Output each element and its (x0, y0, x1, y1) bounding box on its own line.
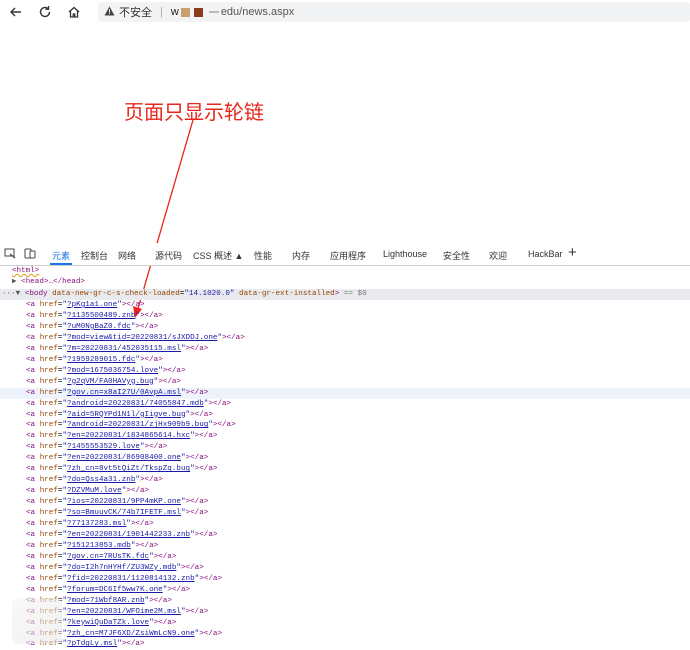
href-link[interactable]: ?en=20220831/1834865614.hxc (67, 432, 190, 440)
anchor-node[interactable]: <a href="?77137283.msl"></a> (26, 519, 154, 530)
anchor-node[interactable]: <a href="?do=Qss4a31.znb"></a> (26, 475, 163, 486)
anchor-node[interactable]: <a href="?1959289015.fdc"></a> (26, 355, 163, 366)
href-link[interactable]: ?ios=20220831/9PP4mKP.one (67, 498, 181, 506)
home-icon[interactable] (66, 4, 82, 20)
href-link[interactable]: ?fid=20220831/1120814132.znb (67, 575, 195, 583)
devtools-toolbar: 元素 控制台 网络 源代码 CSS 概述 ▲ 性能 内存 应用程序 Lighthouse 安全性 欢… (0, 243, 690, 266)
url-redaction (180, 7, 190, 17)
href-link[interactable]: ?mod=1675036754.love (67, 367, 158, 375)
href-link[interactable]: ?forum=DC6If5ww7K.one (67, 586, 163, 594)
href-link[interactable]: ?do=Qss4a31.znb (67, 476, 135, 484)
anchor-node[interactable]: <a href="?m=20220831/452035115.msl"></a> (26, 344, 208, 355)
anchor-node[interactable]: <a href="?pKg1a1.one"></a> (26, 300, 145, 311)
anchor-node[interactable]: <a href="?g2qVM/FA0HAVyg.bug"></a> (26, 377, 181, 388)
html-node[interactable]: <html> (12, 266, 39, 277)
anchor-node[interactable]: <a href="?en=20220831/86908400.one"></a> (26, 453, 208, 464)
browser-toolbar: 不安全 | w edu/news.aspx (0, 0, 690, 25)
expand-arrow-icon[interactable]: ▶ (12, 278, 21, 286)
refresh-icon[interactable] (37, 4, 53, 20)
anchor-node[interactable]: <a href="?en=20220831/1901442233.znb"></… (26, 530, 217, 541)
anchor-node[interactable]: <a href="?android=20220831/74055847.mdb"… (26, 399, 231, 410)
devtools-tab[interactable]: 性能 (254, 249, 272, 262)
device-toolbar-icon[interactable] (24, 248, 36, 259)
href-link[interactable]: ?mod=view&tid=20220831/sJXDDJ.one (67, 334, 217, 342)
href-link[interactable]: ?1959289015.fdc (67, 356, 135, 364)
href-link[interactable]: ?1455553529.love (67, 443, 140, 451)
href-link[interactable]: ?android=20220831/74055847.mdb (67, 400, 204, 408)
anchor-node[interactable]: <a href="?uM0NgBaZ0.fdc"></a> (26, 322, 158, 333)
devtools-tab[interactable]: HackBar (528, 249, 563, 259)
href-link[interactable]: ?gov.cn=x8aI27U/0AvpA.msl (67, 389, 181, 397)
devtools-tab[interactable]: 安全性 (443, 249, 470, 262)
active-tab-indicator (50, 263, 72, 265)
anchor-node[interactable]: <a href="?forum=DC6If5ww7K.one"></a> (26, 585, 190, 596)
address-bar[interactable]: 不安全 | w edu/news.aspx (98, 2, 690, 22)
warning-icon (104, 6, 115, 19)
anchor-node[interactable]: <a href="?mod=view&tid=20220831/sJXDDJ.o… (26, 333, 245, 344)
body-node[interactable]: ···▼ <body data-new-gr-c-s-check-loaded=… (2, 289, 367, 300)
href-link[interactable]: ?en=20220831/86908400.one (67, 454, 181, 462)
devtools-tab[interactable]: CSS 概述 ▲ (193, 249, 243, 262)
anchor-node[interactable]: <a href="?mod=1675036754.love"></a> (26, 366, 186, 377)
watermark-logo (12, 598, 62, 644)
annotation-text: 页面只显示轮链 (124, 100, 264, 124)
anchor-node[interactable]: <a href="?en=20220831/1834865614.hxc"></… (26, 431, 217, 442)
devtools-tab[interactable]: + (568, 244, 577, 261)
devtools-tab[interactable]: 控制台 (81, 249, 108, 262)
href-link[interactable]: ?1135500489.znb (67, 312, 135, 320)
anchor-node[interactable]: <a href="?1455553529.love"></a> (26, 442, 167, 453)
head-node[interactable]: ▶ <head>…</head> (12, 277, 85, 288)
url-redaction (193, 7, 203, 17)
href-link[interactable]: ?do=I2h7nHYHf/ZU3WZy.mdb (67, 564, 176, 572)
url-prefix: w (170, 6, 179, 18)
href-link[interactable]: ?en=20220831/1901442233.znb (67, 531, 190, 539)
href-link[interactable]: ?zh_cn=8vt5tQiZt/TkspZq.bug (67, 465, 190, 473)
anchor-node[interactable]: <a href="?ios=20220831/9PP4mKP.one"></a> (26, 497, 208, 508)
href-link[interactable]: ?mod=71Wbf8AR.znb (67, 597, 144, 605)
url-redaction (208, 11, 219, 13)
anchor-node[interactable]: <a href="?fid=20220831/1120814132.znb"><… (26, 574, 222, 585)
anchor-node[interactable]: <a href="?1135500489.znb"></a> (26, 311, 163, 322)
href-link[interactable]: ?so=BmuuvCK/74b7IFETF.msl (67, 509, 181, 517)
href-link[interactable]: ?77137283.msl (67, 520, 126, 528)
anchor-node[interactable]: <a href="?gov.cn=7RUsTK.fdc"></a> (26, 552, 176, 563)
href-link[interactable]: ?pTdgLy.msl (67, 640, 117, 648)
anchor-node[interactable]: <a href="?zh_cn=8vt5tQiZt/TkspZq.bug"></… (26, 464, 217, 475)
href-link[interactable]: ?zh_cn=M7JF6XD/ZsiWmLcN9.one (67, 630, 195, 638)
devtools-tab[interactable]: Lighthouse (383, 249, 427, 259)
anchor-node[interactable]: <a href="?so=BmuuvCK/74b7IFETF.msl"></a> (26, 508, 208, 519)
href-link[interactable]: ?aid=5RQYPd1N1l/gIigve.bug (67, 411, 185, 419)
address-divider: | (160, 6, 163, 18)
security-label[interactable]: 不安全 (119, 4, 152, 20)
devtools-tab[interactable]: 应用程序 (330, 249, 366, 262)
anchor-node[interactable]: <a href="?do=I2h7nHYHf/ZU3WZy.mdb"></a> (26, 563, 204, 574)
href-link[interactable]: ?gov.cn=7RUsTK.fdc (67, 553, 149, 561)
href-link[interactable]: ?DZVMuM.love (67, 487, 122, 495)
devtools-tab[interactable]: 源代码 (155, 249, 182, 262)
anchor-node[interactable]: <a href="?DZVMuM.love"></a> (26, 486, 149, 497)
href-link[interactable]: ?uM0NgBaZ0.fdc (67, 323, 131, 331)
inspect-element-icon[interactable] (4, 248, 16, 259)
devtools-tab[interactable]: 内存 (292, 249, 310, 262)
anchor-node[interactable]: <a href="?gov.cn=x8aI27U/0AvpA.msl"></a> (26, 388, 208, 399)
anchor-node[interactable]: <a href="?151213853.mdb"></a> (26, 541, 158, 552)
href-link[interactable]: ?m=20220831/452035115.msl (67, 345, 181, 353)
anchor-node[interactable]: <a href="?aid=5RQYPd1N1l/gIigve.bug"></a… (26, 410, 213, 421)
href-link[interactable]: ?g2qVM/FA0HAVyg.bug (67, 378, 154, 386)
devtools-tab[interactable]: 欢迎 (489, 249, 507, 262)
href-link[interactable]: ?keywiQuDaTZk.love (67, 619, 149, 627)
devtools-tab[interactable]: 网络 (118, 249, 136, 262)
href-link[interactable]: ?151213853.mdb (67, 542, 131, 550)
href-link[interactable]: ?android=20220831/zjHx909b9.bug (67, 421, 208, 429)
url-suffix: edu/news.aspx (220, 6, 295, 18)
href-link[interactable]: ?en=20220831/WFOime2M.msl (67, 608, 181, 616)
href-link[interactable]: ?pKg1a1.one (67, 301, 117, 309)
devtools-tab[interactable]: 元素 (52, 249, 70, 262)
anchor-node[interactable]: <a href="?android=20220831/zjHx909b9.bug… (26, 420, 236, 431)
back-icon[interactable] (8, 4, 24, 20)
